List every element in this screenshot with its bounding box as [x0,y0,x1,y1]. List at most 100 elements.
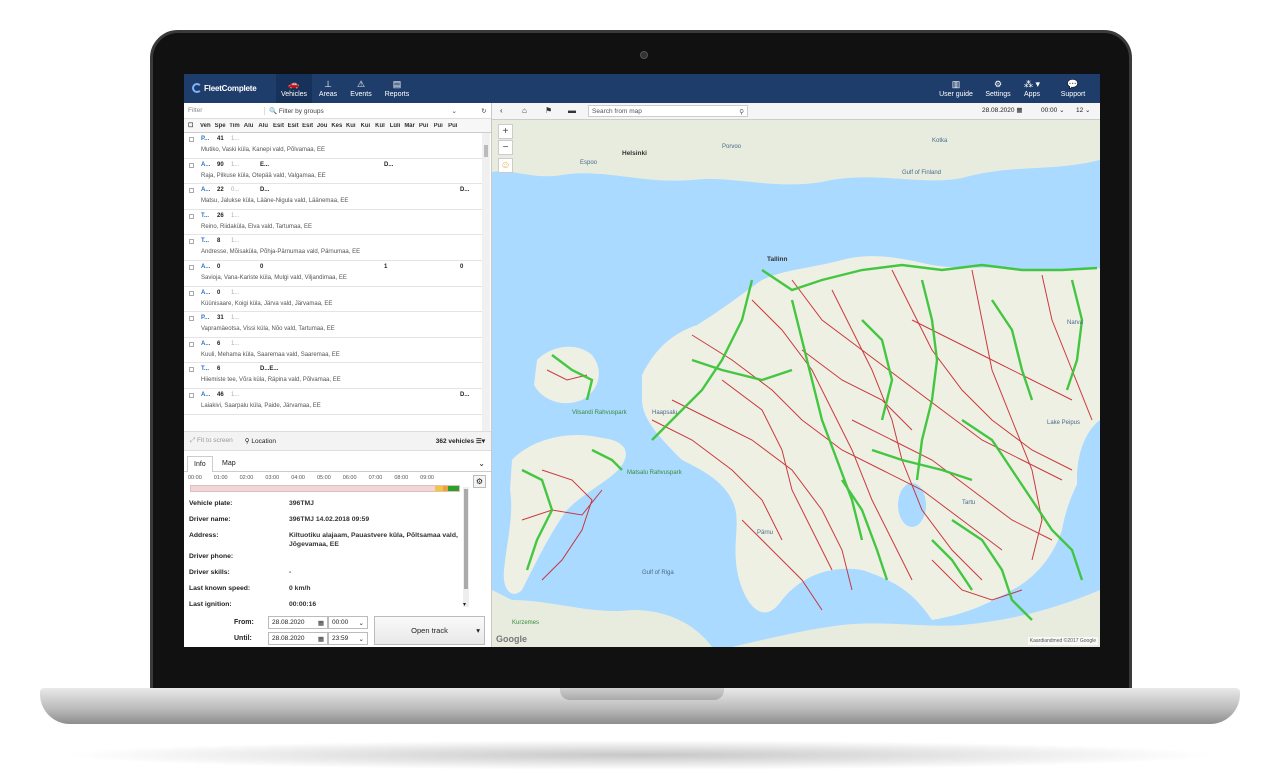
nav-settings[interactable]: ⚙ Settings [981,74,1015,103]
column-header[interactable]: Kui [346,123,361,129]
column-header[interactable]: Pui [448,123,463,129]
row-cell: P... [201,136,210,142]
table-row[interactable]: A... 90 1... E... D... Raja, Pilkuse küla, Ot… [184,159,482,185]
table-row[interactable]: A... 22 0... D... D... Matsu, Jalukse küla, L… [184,184,482,210]
chevron-left-icon[interactable]: ‹ [500,106,503,115]
timeline-segment[interactable] [434,486,443,491]
tab-vehicles[interactable]: 🚗 Vehicles [276,74,312,103]
nav-user-guide[interactable]: ▥ User guide [934,74,978,103]
tab-map[interactable]: Map [216,456,242,472]
table-row[interactable]: A... 46 1... D... Laiakivi, Saarpalu küla, P… [184,389,482,415]
row-cell: D... [384,161,394,168]
open-track-button[interactable]: Open track ▾ [374,616,485,645]
tab-reports[interactable]: ▤ Reports [380,74,414,103]
scroll-down-icon[interactable]: ▾ [463,601,466,608]
row-checkbox[interactable] [189,213,194,219]
map-search-input[interactable]: Search from map ⚲ [588,105,748,117]
row-checkbox[interactable] [189,392,194,398]
scrollbar-thumb[interactable] [484,145,488,157]
map-time-select[interactable]: 00:00 ⌄ [1041,106,1065,114]
column-header[interactable]: Tim [229,123,244,129]
zoom-in-button[interactable]: + [498,124,513,139]
collapse-icon[interactable]: ⌄ [478,459,485,468]
row-checkbox[interactable] [189,290,194,296]
column-header[interactable]: Kui [361,123,376,129]
map-attribution[interactable]: Kaardiandmed ©2017 Google [1027,637,1098,645]
table-header: ☐ Veh Spe Tim Alu Alu Esit Esit Esit Jõu Kes Kui Ku… [184,119,491,133]
column-header[interactable]: Kes [331,123,346,129]
street-view-icon[interactable]: ☺ [498,158,513,173]
from-time-select[interactable]: 00:00 ⌄ [328,616,368,629]
column-header[interactable]: Mär [404,123,419,129]
truck-icon[interactable]: ▬ [568,106,576,115]
row-checkbox[interactable] [189,341,194,347]
fit-to-screen-button[interactable]: ⤢ Fit to screen [190,437,233,445]
column-header[interactable]: Pui [434,123,449,129]
home-icon[interactable]: ⌂ [522,106,527,115]
timeline-tick: 06:00 [342,475,357,481]
location-button[interactable]: ⚲ Location [245,437,276,445]
chevron-down-icon[interactable]: ▾ [476,617,480,644]
driver-skills-label: Driver skills: [189,569,230,576]
zoom-out-button[interactable]: − [498,140,513,155]
column-header[interactable]: Alu [258,123,273,129]
google-logo: Google [496,634,527,644]
tab-info[interactable]: Info [187,456,213,472]
tab-events[interactable]: ⚠ Events [346,74,376,103]
column-header[interactable]: Veh [200,123,215,129]
table-row[interactable]: P... 41 1... Mutiko, Vaski küla, Kanepi val… [184,133,482,159]
activity-timeline[interactable]: 00:00 01:00 02:00 03:00 04:00 05:00 06:00 07:00… [188,475,472,495]
table-row[interactable]: P... 31 1... Vapramäeotsa, Vissi küla, Nõo … [184,312,482,338]
row-checkbox[interactable] [189,188,194,194]
row-address: Savioja, Vana-Kariste küla, Mulgi vald, … [201,274,347,281]
flag-icon[interactable]: ⚑ [545,106,552,115]
map-zoom-select[interactable]: 12 ⌄ [1076,106,1091,114]
list-scrollbar[interactable] [482,133,490,431]
timeline-segment[interactable] [448,486,459,491]
filter-input[interactable]: Filter [184,107,264,114]
column-header[interactable]: Spe [215,123,230,129]
nav-support[interactable]: 💬 Support [1056,74,1090,103]
table-row[interactable]: T... 6 D...E... Hiiemiste tee, Võra küla, R… [184,363,482,389]
row-checkbox[interactable] [189,162,194,168]
group-filter-label: Filter by groups [278,107,324,115]
table-row[interactable]: T... 8 1... Andresse, Mõisaküla, Põhja-Pärn… [184,235,482,261]
column-header[interactable]: Pui [419,123,434,129]
group-filter-select[interactable]: 🔍 Filter by groups ⌄ [264,106,477,115]
row-checkbox[interactable] [189,137,194,142]
brand-logo[interactable]: FleetComplete [192,83,257,93]
refresh-icon[interactable]: ↻ [477,107,491,115]
column-header[interactable]: Lüli [390,123,405,129]
column-header[interactable]: Esit [302,123,317,129]
table-row[interactable]: T... 26 1... Reino, Riidaküla, Elva vald, T… [184,210,482,236]
timeline-bar[interactable] [190,485,460,492]
label-gulf-of-riga: Gulf of Riga [642,570,674,576]
tab-areas[interactable]: ⊥ Areas [314,74,342,103]
row-cell: 0 [217,289,221,296]
row-checkbox[interactable] [189,316,194,322]
calendar-icon: ▦ [317,636,324,643]
row-checkbox[interactable] [189,239,194,245]
map-date-input[interactable]: 28.08.2020 ▦ [982,106,1023,114]
column-header[interactable]: Jõu [317,123,332,129]
table-row[interactable]: A... 6 1... Kuuli, Mehama küla, Saaremaa va… [184,338,482,364]
nav-apps[interactable]: ⁂ ▾ Apps [1018,74,1046,103]
tab-areas-label: Areas [318,91,338,98]
until-time-select[interactable]: 23:59 ⌄ [328,632,368,645]
column-header[interactable]: Esit [273,123,288,129]
row-checkbox[interactable] [189,367,194,373]
select-all-checkbox[interactable]: ☐ [188,122,200,129]
column-header[interactable]: Esit [288,123,303,129]
row-checkbox[interactable] [189,264,194,270]
info-scrollbar[interactable] [463,487,469,607]
until-date-input[interactable]: 28.08.2020 ▦ [268,632,328,645]
column-header[interactable]: Alu [244,123,259,129]
column-header[interactable]: Kül [375,123,390,129]
from-date-input[interactable]: 28.08.2020 ▦ [268,616,328,629]
timeline-settings-button[interactable]: ⚙ [473,475,486,488]
map-view[interactable]: + − ☺ Espoo Helsinki Porvoo Kotka Gulf o… [492,120,1100,647]
table-row[interactable]: A... 0 0 1 0 Savioja, Vana-Kariste küla, Mulg… [184,261,482,287]
vehicle-count[interactable]: 362 vehicles ☰▾ [436,437,485,445]
table-row[interactable]: A... 0 1... Küünisaare, Koigi küla, Järva v… [184,287,482,313]
info-scrollbar-thumb[interactable] [464,489,468,589]
